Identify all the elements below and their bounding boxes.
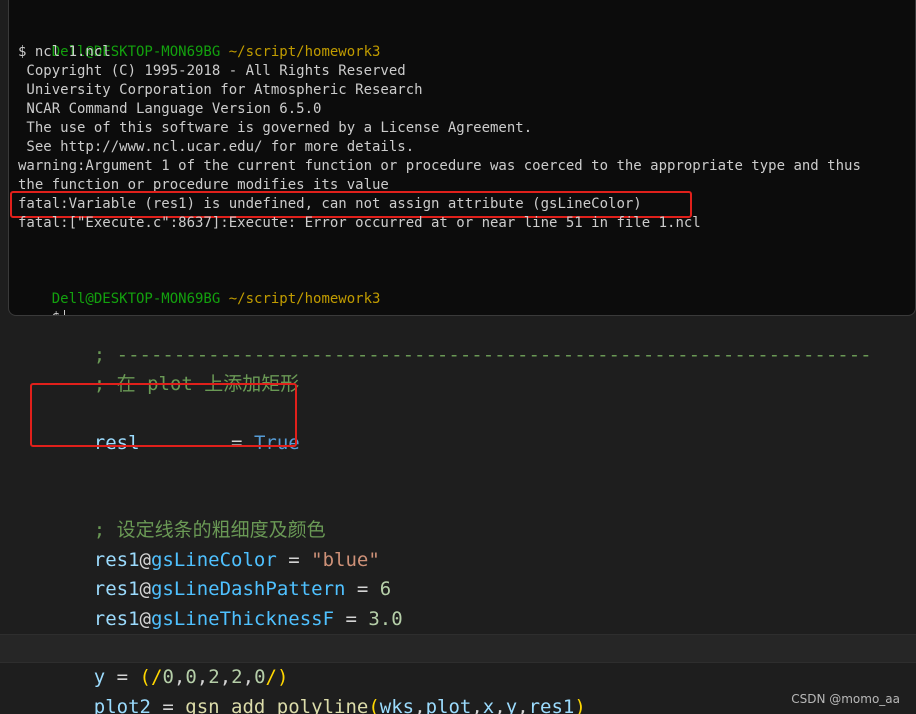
command-line: $ ncl 1.ncl — [18, 44, 111, 60]
paren-close: ) — [574, 696, 586, 714]
banner-line: The use of this software is governed by … — [18, 120, 533, 136]
comma: , — [494, 696, 506, 714]
comma: , — [471, 696, 483, 714]
comma: , — [517, 696, 529, 714]
argument: y — [505, 696, 518, 714]
code-line-y: y = (/0,0,2,2,0/) — [48, 634, 289, 688]
separator-comment: ; --------------------------------------… — [48, 312, 872, 366]
watermark: CSDN @momo_aa — [791, 692, 900, 706]
operator: = — [150, 696, 186, 714]
banner-line: University Corporation for Atmospheric R… — [18, 82, 423, 98]
banner-line: NCAR Command Language Version 6.5.0 — [18, 101, 322, 117]
warning-line: warning:Argument 1 of the current functi… — [18, 158, 861, 174]
fatal-line: fatal:Variable (res1) is undefined, can … — [18, 196, 642, 212]
code-line-line-color: res1@gsLineColor = "blue" — [48, 517, 380, 571]
code-line-x: x = (/4,10,10,4,4/) — [48, 605, 312, 659]
prompt-path: ~/script/homework3 — [228, 44, 381, 60]
terminal-window[interactable]: Dell@DESKTOP-MON69BG ~/script/homework3 … — [8, 0, 916, 316]
function-name: gsn_add_polyline — [185, 696, 369, 714]
text-cursor — [64, 309, 66, 315]
variable-name: plot2 — [93, 696, 151, 714]
code-line-dash-pattern: res1@gsLineDashPattern = 6 — [48, 546, 391, 600]
prompt-line: Dell@DESKTOP-MON69BG ~/script/homework3 — [18, 24, 381, 60]
comma: , — [414, 696, 426, 714]
banner-line: See http://www.ncl.ucar.edu/ for more de… — [18, 139, 415, 155]
argument: res1 — [528, 696, 575, 714]
argument: x — [482, 696, 495, 714]
number-value: 3.0 — [368, 608, 403, 630]
comment-line-style: ; 设定线条的粗细度及颜色 — [48, 487, 326, 541]
argument: wks — [379, 696, 415, 714]
code-line-thickness: res1@gsLineThicknessF = 3.0 — [48, 576, 403, 630]
banner-line: Copyright (C) 1995-2018 - All Rights Res… — [18, 63, 406, 79]
variable-name: resl — [93, 432, 140, 454]
paren-open: ( — [368, 696, 380, 714]
code-line-resl: resl = True — [48, 400, 300, 454]
prompt-line: Dell@DESKTOP-MON69BG ~/script/homework3 — [18, 271, 381, 307]
prompt-path: ~/script/homework3 — [228, 291, 381, 307]
fatal-line: fatal:["Execute.c":8637]:Execute: Error … — [18, 215, 701, 231]
input-prompt: $ — [52, 310, 60, 315]
comment-text: ; 在 plot 上添加矩形 — [93, 373, 300, 395]
boolean-value: True — [253, 432, 300, 454]
argument: plot — [425, 696, 472, 714]
comment-add-rect: ; 在 plot 上添加矩形 — [48, 341, 300, 395]
warning-line: the function or procedure modifies its v… — [18, 177, 389, 193]
prompt-user-host: Dell@DESKTOP-MON69BG — [51, 291, 221, 307]
input-line[interactable]: $ — [18, 290, 66, 315]
operator: = — [334, 608, 369, 630]
operator: = — [231, 432, 254, 454]
code-line-polyline: plot2 = gsn_add_polyline(wks,plot,x,y,re… — [48, 664, 586, 714]
